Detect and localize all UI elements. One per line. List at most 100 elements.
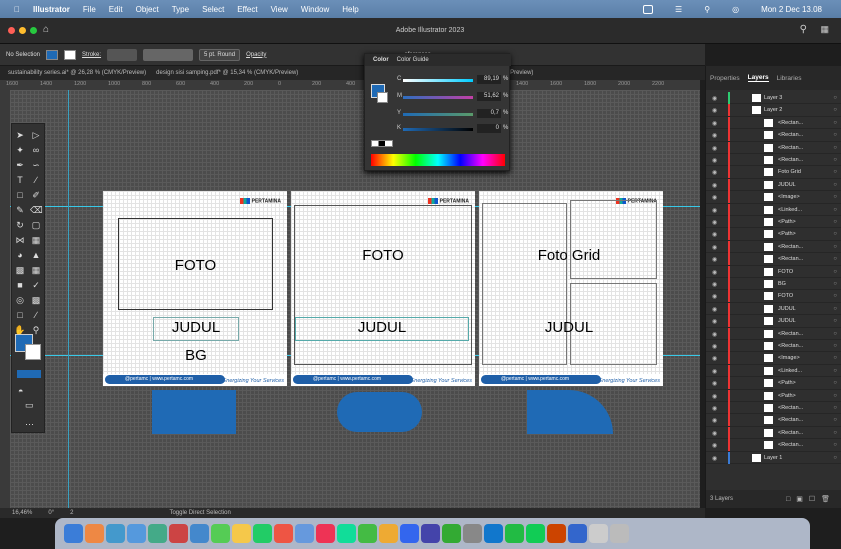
zoom-level[interactable]: 16,46% [12,510,32,516]
visibility-eye-icon[interactable]: ◉ [712,207,717,214]
cyan-slider[interactable] [403,79,473,82]
layer-name[interactable]: <Image> [778,194,800,200]
visibility-eye-icon[interactable]: ◉ [712,244,717,251]
workspace-icon[interactable]: ▦ [820,24,829,35]
visibility-eye-icon[interactable]: ◉ [712,132,717,139]
dock-app-icon[interactable] [211,524,230,543]
layer-name[interactable]: BG [778,281,786,287]
target-icon[interactable]: ○ [833,244,837,250]
blue-pill-shape[interactable] [337,392,422,432]
tab-layers[interactable]: Layers [747,74,769,82]
magenta-slider[interactable] [403,96,473,99]
target-icon[interactable]: ○ [833,405,837,411]
layer-name[interactable]: <Path> [778,231,796,237]
yellow-slider[interactable] [403,113,473,116]
layer-name[interactable]: <Path> [778,219,796,225]
dock-app-icon[interactable] [127,524,146,543]
layer-name[interactable]: <Rectan... [778,157,803,163]
target-icon[interactable]: ○ [833,231,837,237]
cyan-value[interactable]: 89,19 [477,75,501,84]
layer-name[interactable]: <Rectan... [778,256,803,262]
sublayer-row[interactable]: ◉ <Linked... ○ [706,203,841,216]
stroke-weight-field[interactable] [107,48,138,61]
blend-tool-icon[interactable]: ◎ [14,295,26,306]
sublayer-row[interactable]: ◉ <Rectan... ○ [706,129,841,142]
visibility-eye-icon[interactable]: ◉ [712,194,717,201]
magic-wand-icon[interactable]: ✦ [14,145,26,156]
sublayer-row[interactable]: ◉ <Rectan... ○ [706,154,841,167]
target-icon[interactable]: ○ [833,145,837,151]
menu-effect[interactable]: Effect [237,5,257,14]
artboard-2[interactable]: PERTAMINA FOTO JUDUL @pertamc | www.pert… [291,191,475,386]
target-icon[interactable]: ○ [833,219,837,225]
layer-name[interactable]: JUDUL [778,306,796,312]
tab-sustainability[interactable]: sustainability series.ai* @ 26,28 % (CMY… [8,70,146,76]
shaper-tool-icon[interactable]: ✎ [14,205,26,216]
visibility-eye-icon[interactable]: ◉ [712,107,717,114]
black-value[interactable]: 0 [477,124,501,133]
target-icon[interactable]: ○ [833,430,837,436]
target-icon[interactable]: ○ [833,455,837,461]
more-tools-icon[interactable]: ⋯ [25,419,34,430]
target-icon[interactable]: ○ [833,368,837,374]
selection-tool-icon[interactable]: ➤ [14,130,26,141]
none-black-white-swatches[interactable] [371,140,393,147]
sublayer-row[interactable]: ◉ <Rectan... ○ [706,340,841,353]
target-icon[interactable]: ○ [833,120,837,126]
sublayer-row[interactable]: ◉ <Rectan... ○ [706,426,841,440]
horizontal-ruler[interactable]: 1600140012001000800600400200020040060080… [0,80,700,90]
visibility-eye-icon[interactable]: ◉ [712,455,717,462]
sublayer-row[interactable]: ◉ JUDUL ○ [706,302,841,316]
sublayer-row[interactable]: ◉ <Path> ○ [706,216,841,229]
tab-color-guide[interactable]: Color Guide [397,57,429,63]
menu-file[interactable]: File [83,5,96,14]
sublayer-row[interactable]: ◉ BG ○ [706,278,841,291]
target-icon[interactable]: ○ [833,343,837,349]
app-menu[interactable]: Illustrator [33,5,70,14]
menu-window[interactable]: Window [301,5,329,14]
sublayer-row[interactable]: ◉ JUDUL ○ [706,178,841,192]
layer-row[interactable]: ◉ Layer 1 ○ [706,451,841,464]
graph-tool-icon[interactable]: ▩ [30,295,42,306]
line-tool-icon[interactable]: ∕ [30,175,42,186]
layer-name[interactable]: <Linked... [778,368,802,374]
layer-name[interactable]: Layer 1 [764,455,782,461]
dock-app-icon[interactable] [505,524,524,543]
dock-app-icon[interactable] [589,524,608,543]
target-icon[interactable]: ○ [833,293,837,299]
screen-mode-icon[interactable]: ▭ [25,400,34,411]
dock-app-icon[interactable] [316,524,335,543]
target-icon[interactable]: ○ [833,182,837,188]
sublayer-row[interactable]: ◉ <Rectan... ○ [706,116,841,130]
shape-builder-icon[interactable]: ◕ [14,250,26,261]
target-icon[interactable]: ○ [833,269,837,275]
sublayer-row[interactable]: ◉ JUDUL ○ [706,315,841,328]
close-button[interactable] [8,27,15,34]
artboard-3[interactable]: PERTAMINA Foto Grid JUDUL @pertamc | www… [479,191,663,386]
layer-row[interactable]: ◉ Layer 2 ○ [706,104,841,117]
sublayer-row[interactable]: ◉ <Image> ○ [706,191,841,204]
layer-name[interactable]: FOTO [778,269,793,275]
black-slider[interactable] [403,128,473,131]
lasso-icon[interactable]: ∞ [30,145,42,156]
target-icon[interactable]: ○ [833,95,837,101]
search-icon[interactable]: ⚲ [704,5,710,14]
dock-app-icon[interactable] [253,524,272,543]
sublayer-row[interactable]: ◉ <Path> ○ [706,389,841,402]
target-icon[interactable]: ○ [833,393,837,399]
dock-app-icon[interactable] [463,524,482,543]
yellow-value[interactable]: 0,7 [477,109,501,118]
visibility-eye-icon[interactable]: ◉ [712,380,717,387]
dock-app-icon[interactable] [421,524,440,543]
dock-app-icon[interactable] [547,524,566,543]
mesh-tool-icon[interactable]: ▦ [30,265,42,276]
layer-name[interactable]: <Rectan... [778,244,803,250]
stroke-color-box[interactable] [377,92,388,103]
fill-swatch[interactable] [46,49,59,60]
tab-properties[interactable]: Properties [710,75,740,82]
tab-design-sisi[interactable]: design sisi samping.pdf* @ 15,34 % (CMYK… [156,70,298,76]
rotation-value[interactable]: 0° [48,510,54,516]
target-icon[interactable]: ○ [833,417,837,423]
vertical-ruler[interactable] [0,90,10,508]
target-icon[interactable]: ○ [833,380,837,386]
